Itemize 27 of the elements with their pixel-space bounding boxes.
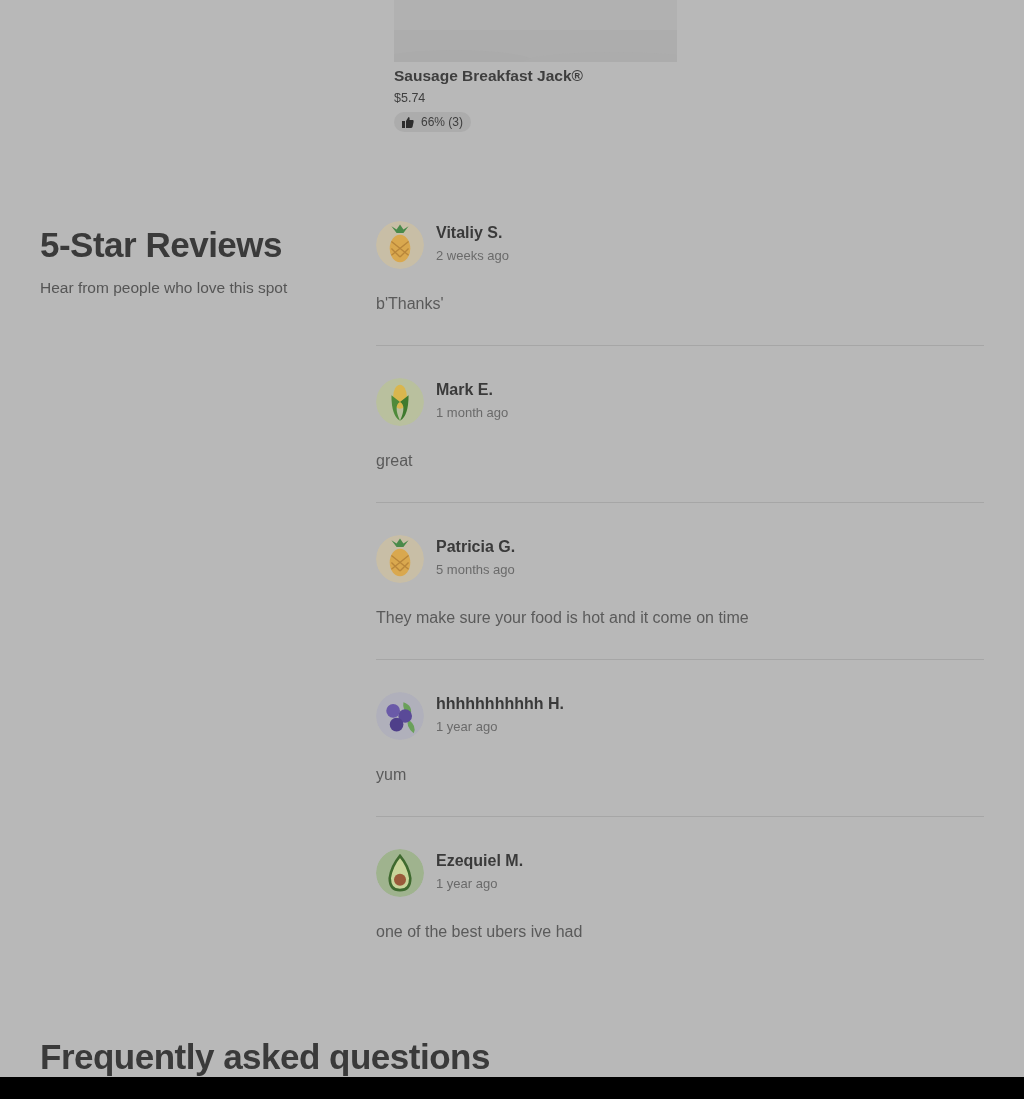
corn-avatar-icon bbox=[376, 378, 424, 426]
reviewer-name: Ezequiel M. bbox=[436, 852, 524, 870]
pineapple-avatar-icon bbox=[376, 221, 424, 269]
review-text: one of the best ubers ive had bbox=[376, 923, 583, 941]
review-text: b'Thanks' bbox=[376, 295, 444, 313]
pineapple-avatar-icon bbox=[376, 535, 424, 583]
blueberry-avatar-icon bbox=[376, 692, 424, 740]
avocado-avatar-icon bbox=[376, 849, 424, 897]
review-time: 1 year ago bbox=[436, 719, 498, 734]
section-title: 5-Star Reviews bbox=[40, 225, 283, 265]
item-name: Sausage Breakfast Jack® bbox=[394, 67, 583, 85]
review-time: 2 weeks ago bbox=[436, 248, 509, 263]
item-price: $5.74 bbox=[394, 91, 426, 105]
section-subtitle: Hear from people who love this spot bbox=[40, 279, 288, 297]
review-text: They make sure your food is hot and it come on time bbox=[376, 609, 749, 627]
review-text: yum bbox=[376, 766, 407, 784]
reviewer-name: Patricia G. bbox=[436, 538, 516, 556]
review-text: great bbox=[376, 452, 413, 470]
review-time: 1 month ago bbox=[436, 405, 509, 420]
reviewer-name: hhhhhhhhhhh H. bbox=[436, 695, 564, 713]
rating-badge: 66% (3) bbox=[394, 112, 472, 132]
reviewer-name: Vitaliy S. bbox=[436, 224, 503, 242]
review-time: 1 year ago bbox=[436, 876, 498, 891]
thumbs-up-icon bbox=[402, 116, 414, 128]
reviewer-name: Mark E. bbox=[436, 381, 493, 399]
faq-title: Frequently asked questions bbox=[40, 1037, 490, 1077]
review-time: 5 months ago bbox=[436, 562, 515, 577]
